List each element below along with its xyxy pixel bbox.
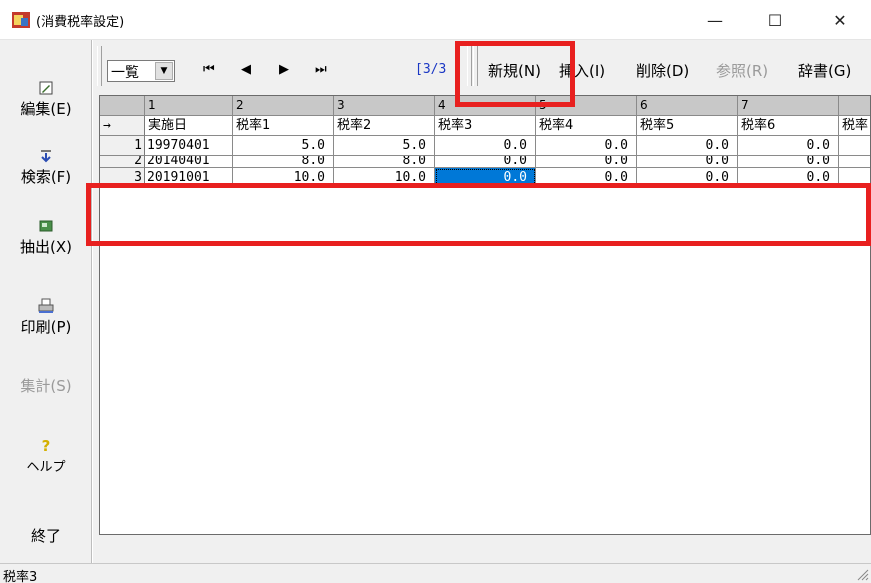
edit-label: 編集(E) xyxy=(20,100,72,118)
extract-label: 抽出(X) xyxy=(20,238,72,256)
colnum-6[interactable]: 6 xyxy=(637,96,738,116)
table-cell[interactable] xyxy=(839,168,870,188)
first-record-icon[interactable]: ⏮ xyxy=(203,62,215,77)
colnum-5[interactable]: 5 xyxy=(536,96,637,116)
corner-header xyxy=(100,96,145,116)
table-cell[interactable]: 0.0 xyxy=(738,156,839,168)
new-button[interactable]: 新規(N) xyxy=(488,60,541,81)
table-cell[interactable]: 10.0 xyxy=(334,168,435,188)
title-bar: (消費税率設定) — ☐ ✕ xyxy=(0,0,871,40)
colnum-7[interactable]: 7 xyxy=(738,96,839,116)
insert-button[interactable]: 挿入(I) xyxy=(559,60,605,81)
chevron-down-icon[interactable]: ▼ xyxy=(155,62,173,80)
table-cell-date[interactable]: 20140401 xyxy=(145,156,233,168)
column-header-rate7[interactable]: 税率 xyxy=(839,116,870,136)
row-indicator: → xyxy=(100,116,145,136)
table-cell[interactable]: 0.0 xyxy=(637,168,738,188)
prev-record-icon[interactable]: ◀ xyxy=(241,62,251,77)
table-cell[interactable]: 0.0 xyxy=(536,156,637,168)
table-cell[interactable]: 8.0 xyxy=(334,156,435,168)
table-cell[interactable] xyxy=(839,136,870,156)
total-button: 集計(S) xyxy=(0,375,92,396)
table-cell[interactable]: 0.0 xyxy=(435,156,536,168)
help-button[interactable]: ? ヘルプ xyxy=(0,438,92,475)
table-cell[interactable]: 8.0 xyxy=(233,156,334,168)
exit-button[interactable]: 終了 xyxy=(0,525,92,546)
main-area: 一覧 ▼ ⏮ ◀ ▶ ⏭ [3/3 新規(N) 挿入(I) 削除(D) 参照(R… xyxy=(93,40,871,583)
close-icon: ✕ xyxy=(833,10,847,30)
table-cell[interactable]: 0.0 xyxy=(738,168,839,188)
total-label: 集計(S) xyxy=(20,377,72,395)
data-grid[interactable]: 1 2 3 4 5 6 7 8 → 実施日 税率1 税率2 税率3 税率4 税率… xyxy=(99,95,871,535)
column-header-rate6[interactable]: 税率6 xyxy=(738,116,839,136)
row-header[interactable]: 2 xyxy=(100,156,145,168)
edit-icon xyxy=(39,81,53,95)
record-position: [3/3 xyxy=(415,62,447,77)
edit-button[interactable]: 編集(E) xyxy=(0,80,92,119)
status-bar: 税率3 xyxy=(0,563,871,583)
help-icon: ? xyxy=(41,437,51,455)
top-toolbar: 一覧 ▼ ⏮ ◀ ▶ ⏭ [3/3 新規(N) 挿入(I) 削除(D) 参照(R… xyxy=(93,40,871,95)
extract-icon xyxy=(39,220,53,232)
dictionary-button[interactable]: 辞書(G) xyxy=(798,60,851,81)
table-cell[interactable]: 5.0 xyxy=(334,136,435,156)
column-header-rate4[interactable]: 税率4 xyxy=(536,116,637,136)
table-cell[interactable]: 0.0 xyxy=(536,168,637,188)
last-record-icon[interactable]: ⏭ xyxy=(315,62,327,77)
column-header-rate2[interactable]: 税率2 xyxy=(334,116,435,136)
colnum-1[interactable]: 1 xyxy=(145,96,233,116)
search-button[interactable]: 検索(F) xyxy=(0,148,92,187)
selected-cell[interactable]: 0.0 xyxy=(435,168,536,188)
maximize-button[interactable]: ☐ xyxy=(750,0,800,40)
maximize-icon: ☐ xyxy=(767,10,783,30)
column-header-rate5[interactable]: 税率5 xyxy=(637,116,738,136)
help-label: ヘルプ xyxy=(26,460,66,475)
toolbar-grip-3[interactable] xyxy=(473,46,478,86)
app-icon xyxy=(12,12,30,28)
view-select-value: 一覧 xyxy=(111,65,139,81)
table-cell-date[interactable]: 20191001 xyxy=(145,168,233,188)
colnum-4[interactable]: 4 xyxy=(435,96,536,116)
table-cell[interactable]: 0.0 xyxy=(738,136,839,156)
resize-grip-icon[interactable] xyxy=(855,567,869,581)
minimize-icon: — xyxy=(707,10,723,30)
toolbar-grip[interactable] xyxy=(97,46,102,86)
search-down-icon xyxy=(41,150,51,163)
column-header-date[interactable]: 実施日 xyxy=(145,116,233,136)
status-text: 税率3 xyxy=(3,570,38,583)
table-cell[interactable]: 0.0 xyxy=(536,136,637,156)
toolbar-grip-2[interactable] xyxy=(467,46,472,86)
left-toolbar: 編集(E) 検索(F) 抽出(X) 印刷(P) 集計(S) ? ヘルプ 終了 xyxy=(0,40,92,563)
row-header[interactable]: 1 xyxy=(100,136,145,156)
close-button[interactable]: ✕ xyxy=(815,0,865,40)
colnum-3[interactable]: 3 xyxy=(334,96,435,116)
window-title: (消費税率設定) xyxy=(36,15,125,30)
table-cell-date[interactable]: 19970401 xyxy=(145,136,233,156)
row-header[interactable]: 3 xyxy=(100,168,145,188)
table-cell[interactable]: 0.0 xyxy=(435,136,536,156)
refer-button: 参照(R) xyxy=(716,62,769,80)
colnum-2[interactable]: 2 xyxy=(233,96,334,116)
column-header-rate3[interactable]: 税率3 xyxy=(435,116,536,136)
colnum-8[interactable]: 8 xyxy=(839,96,870,116)
delete-button[interactable]: 削除(D) xyxy=(636,60,689,81)
exit-label: 終了 xyxy=(30,527,61,545)
column-header-rate1[interactable]: 税率1 xyxy=(233,116,334,136)
table-cell[interactable]: 10.0 xyxy=(233,168,334,188)
table-cell[interactable]: 0.0 xyxy=(637,156,738,168)
search-label: 検索(F) xyxy=(20,168,72,186)
printer-icon xyxy=(38,298,54,313)
print-button[interactable]: 印刷(P) xyxy=(0,298,92,337)
view-select[interactable]: 一覧 ▼ xyxy=(107,60,175,82)
extract-button[interactable]: 抽出(X) xyxy=(0,218,92,257)
table-cell[interactable] xyxy=(839,156,870,168)
minimize-button[interactable]: — xyxy=(690,0,740,40)
table-cell[interactable]: 5.0 xyxy=(233,136,334,156)
next-record-icon[interactable]: ▶ xyxy=(279,62,289,77)
table-cell[interactable]: 0.0 xyxy=(637,136,738,156)
print-label: 印刷(P) xyxy=(20,318,72,336)
